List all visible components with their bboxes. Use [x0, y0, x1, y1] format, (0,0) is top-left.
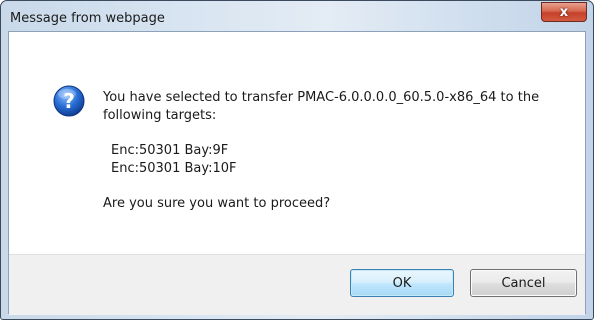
- message-line: You have selected to transfer PMAC-6.0.0…: [103, 90, 540, 105]
- button-bar: OK Cancel: [9, 254, 585, 315]
- message-text: You have selected to transfer PMAC-6.0.0…: [103, 89, 539, 213]
- confirm-question: Are you sure you want to proceed?: [103, 196, 331, 211]
- target-list: Enc:50301 Bay:9F Enc:50301 Bay:10F: [111, 142, 539, 178]
- dialog-window: Message from webpage x ? You have select…: [0, 0, 594, 320]
- dialog-title: Message from webpage: [10, 11, 165, 26]
- question-icon: ?: [53, 85, 85, 117]
- message-line: following targets:: [103, 108, 217, 123]
- close-icon: x: [559, 4, 569, 20]
- dialog-client-area: ? You have selected to transfer PMAC-6.0…: [8, 31, 586, 315]
- message-area: ? You have selected to transfer PMAC-6.0…: [9, 32, 585, 254]
- svg-text:?: ?: [63, 89, 75, 113]
- target-item: Enc:50301 Bay:9F: [111, 143, 229, 158]
- target-item: Enc:50301 Bay:10F: [111, 161, 237, 176]
- ok-button[interactable]: OK: [350, 269, 454, 297]
- title-bar[interactable]: Message from webpage x: [1, 1, 593, 34]
- close-button[interactable]: x: [541, 2, 587, 22]
- cancel-button[interactable]: Cancel: [470, 269, 577, 297]
